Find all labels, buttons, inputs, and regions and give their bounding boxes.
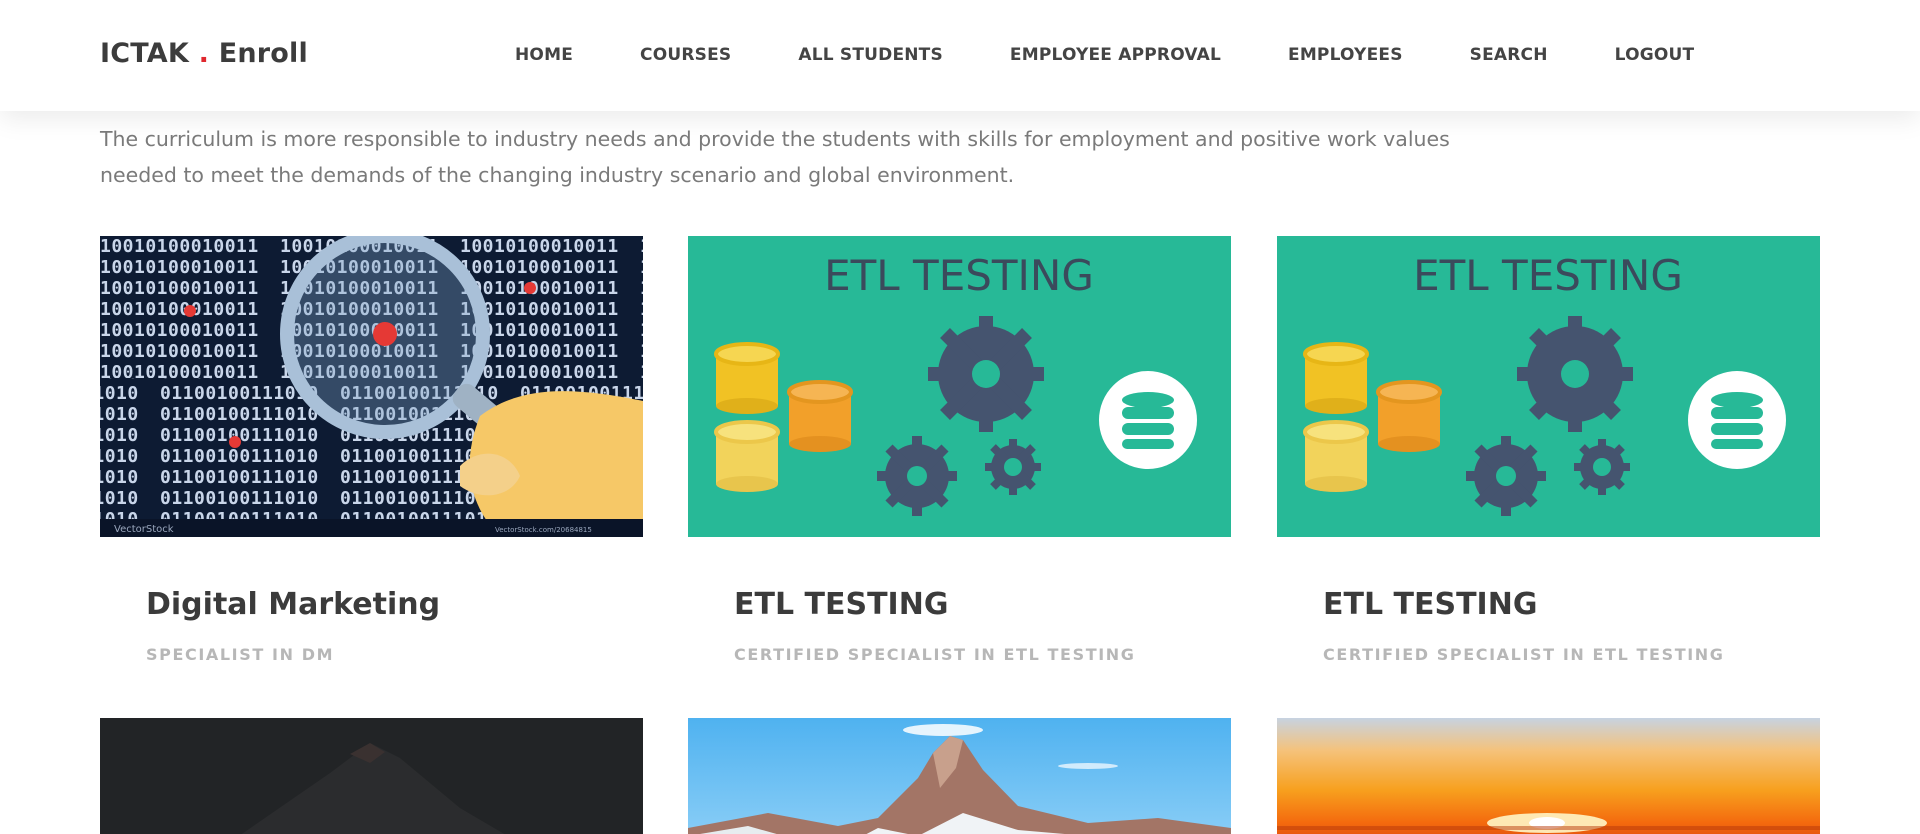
navbar: ICTAK . Enroll HOME COURSES ALL STUDENTS… xyxy=(0,0,1920,111)
image-caption-vectorstock: VectorStock xyxy=(114,524,174,535)
nav-courses[interactable]: COURSES xyxy=(640,45,731,65)
brand-suffix: Enroll xyxy=(218,38,308,69)
nav-logout[interactable]: LOGOUT xyxy=(1615,45,1695,65)
nav-all-students[interactable]: ALL STUDENTS xyxy=(798,45,943,65)
nav-search[interactable]: SEARCH xyxy=(1470,45,1548,65)
intro-line-2: needed to meet the demands of the changi… xyxy=(100,163,1015,187)
brand-dot: . xyxy=(198,38,210,69)
course-card-etl-testing-1[interactable]: ETL TESTING ETL TESTING CERTIFIED SPECIA… xyxy=(688,236,1231,664)
course-card-body: Digital Marketing SPECIALIST IN DM xyxy=(100,537,643,664)
brand-logo[interactable]: ICTAK . Enroll xyxy=(100,38,308,69)
image-caption-vectorstock-url: VectorStock.com/20684815 xyxy=(495,526,592,534)
course-card-row2-3[interactable] xyxy=(1277,718,1820,834)
course-image-etl-testing-2[interactable]: ETL TESTING xyxy=(1277,236,1820,537)
course-image-dark-mountain[interactable] xyxy=(100,718,643,834)
course-card-etl-testing-2[interactable]: ETL TESTING ETL TESTING CERTIFIED SPECIA… xyxy=(1277,236,1820,664)
course-card-row2-2[interactable] xyxy=(688,718,1231,834)
course-card-digital-marketing[interactable]: 10010100010011 01100100111010 VectorStoc… xyxy=(100,236,643,664)
intro-text: The curriculum is more responsible to in… xyxy=(100,121,1540,193)
course-title[interactable]: ETL TESTING xyxy=(734,587,1231,623)
course-title[interactable]: Digital Marketing xyxy=(146,587,643,623)
nav-home[interactable]: HOME xyxy=(515,45,573,65)
main-nav: HOME COURSES ALL STUDENTS EMPLOYEE APPRO… xyxy=(515,45,1761,65)
course-card-body: ETL TESTING CERTIFIED SPECIALIST IN ETL … xyxy=(1277,537,1820,664)
course-image-matterhorn[interactable] xyxy=(688,718,1231,834)
image-caption-etl: ETL TESTING xyxy=(1413,251,1683,300)
course-image-digital-marketing[interactable]: 10010100010011 01100100111010 VectorStoc… xyxy=(100,236,643,537)
course-image-sunset[interactable] xyxy=(1277,718,1820,834)
brand-name: ICTAK xyxy=(100,38,190,69)
course-title[interactable]: ETL TESTING xyxy=(1323,587,1820,623)
course-subtitle: CERTIFIED SPECIALIST IN ETL TESTING xyxy=(1323,645,1725,664)
course-subtitle: SPECIALIST IN DM xyxy=(146,645,335,664)
course-card-body: ETL TESTING CERTIFIED SPECIALIST IN ETL … xyxy=(688,537,1231,664)
image-caption-etl: ETL TESTING xyxy=(824,251,1094,300)
course-subtitle: CERTIFIED SPECIALIST IN ETL TESTING xyxy=(734,645,1136,664)
course-card-row2-1[interactable] xyxy=(100,718,643,834)
nav-employees[interactable]: EMPLOYEES xyxy=(1288,45,1403,65)
course-image-etl-testing-1[interactable]: ETL TESTING xyxy=(688,236,1231,537)
nav-employee-approval[interactable]: EMPLOYEE APPROVAL xyxy=(1010,45,1221,65)
intro-line-1: The curriculum is more responsible to in… xyxy=(100,127,1450,151)
